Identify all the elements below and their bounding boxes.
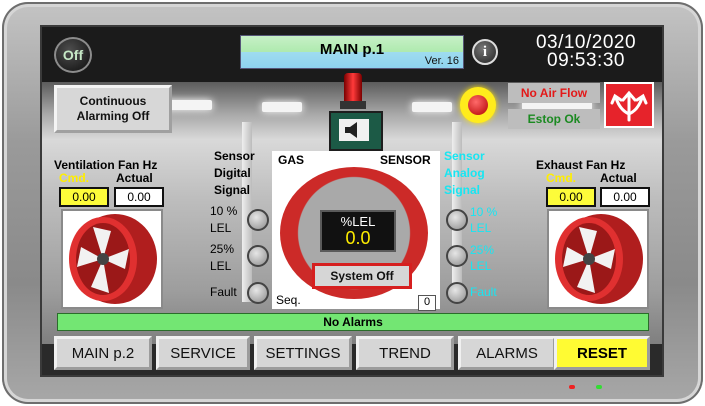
main-p2-button[interactable]: MAIN p.2 [54, 336, 152, 370]
ventilation-actual-value: 0.00 [114, 187, 164, 207]
ventilation-fan-icon [61, 209, 163, 309]
analog-signal-title-1: Sensor [444, 149, 485, 163]
status-led-red [569, 385, 575, 389]
digital-25-label: 25% [210, 242, 235, 256]
analog-signal-title-3: Signal [444, 183, 481, 197]
digital-signal-title-3: Signal [214, 183, 251, 197]
beacon-base [340, 101, 366, 109]
digital-25-lel-label: LEL [210, 259, 232, 273]
hmi-screen: Off MAIN p.1 Ver. 16 i 03/10/2020 09:53:… [42, 27, 662, 375]
lel-unit: %LEL [340, 214, 376, 229]
exhaust-cmd-label: Cmd. [546, 171, 576, 185]
analog-fault-lamp [446, 282, 468, 304]
settings-button[interactable]: SETTINGS [254, 336, 352, 370]
analog-10-lel-label: LEL [470, 221, 492, 235]
analog-25-lel-lamp [446, 245, 468, 267]
gas-label: GAS [278, 153, 305, 167]
lel-display: %LEL 0.0 [320, 210, 396, 252]
horn-button[interactable] [329, 111, 383, 151]
digital-fault-lamp [247, 282, 269, 304]
analog-signal-title-2: Analog [444, 166, 485, 180]
status-led-green [596, 385, 602, 389]
speaker-icon [339, 119, 369, 141]
page-title-box: MAIN p.1 Ver. 16 [240, 35, 464, 69]
power-off-button[interactable]: Off [54, 37, 92, 73]
system-status-button[interactable]: System Off [312, 263, 412, 289]
ceiling-light [412, 102, 452, 112]
no-air-flow-indicator: No Air Flow [508, 83, 600, 103]
sensor-label: SENSOR [380, 153, 431, 167]
exhaust-fan-title: Exhaust Fan Hz [536, 158, 626, 172]
exhaust-actual-label: Actual [600, 171, 637, 185]
exhaust-cmd-value[interactable]: 0.00 [546, 187, 596, 207]
version-label: Ver. 16 [424, 55, 459, 67]
seq-label: Seq. [276, 293, 301, 307]
time-display: 09:53:30 [547, 50, 625, 71]
ventilation-cmd-value[interactable]: 0.00 [59, 187, 109, 207]
ventilation-cmd-label: Cmd. [59, 171, 89, 185]
reset-button[interactable]: RESET [554, 336, 650, 370]
seq-value: 0 [418, 295, 436, 311]
digital-fault-label: Fault [210, 285, 237, 299]
lel-value: 0.0 [345, 228, 371, 248]
estop-lamp-icon [460, 87, 496, 123]
info-icon[interactable]: i [472, 39, 498, 65]
digital-10-label: 10 % [210, 204, 238, 218]
digital-10-lel-label: LEL [210, 221, 232, 235]
exhaust-actual-value: 0.00 [600, 187, 650, 207]
airflow-arrows-icon[interactable] [604, 82, 654, 128]
trend-button[interactable]: TREND [356, 336, 454, 370]
continuous-alarming-button[interactable]: Continuous Alarming Off [54, 85, 172, 133]
estop-ok-indicator: Estop Ok [508, 109, 600, 129]
ceiling-light [262, 102, 302, 112]
ventilation-fan-title: Ventilation Fan Hz [54, 158, 158, 172]
digital-signal-title-1: Sensor [214, 149, 255, 163]
digital-signal-title-2: Digital [214, 166, 251, 180]
analog-25-lel-label: LEL [470, 259, 492, 273]
analog-10-lel-lamp [446, 209, 468, 231]
alarm-status-bar[interactable]: No Alarms [57, 313, 649, 331]
gas-sensor-panel: GAS SENSOR %LEL 0.0 System Off Seq. 0 [272, 151, 440, 311]
digital-25-lel-lamp [247, 245, 269, 267]
analog-10-label: 10 % [470, 205, 498, 219]
analog-fault-label: Fault [470, 285, 497, 299]
ventilation-actual-label: Actual [116, 171, 153, 185]
exhaust-fan-icon [547, 209, 649, 309]
analog-25-label: 25% [470, 243, 495, 257]
beacon-light-icon [344, 73, 362, 103]
service-button[interactable]: SERVICE [156, 336, 250, 370]
alarms-button[interactable]: ALARMS [458, 336, 556, 370]
digital-10-lel-lamp [247, 209, 269, 231]
